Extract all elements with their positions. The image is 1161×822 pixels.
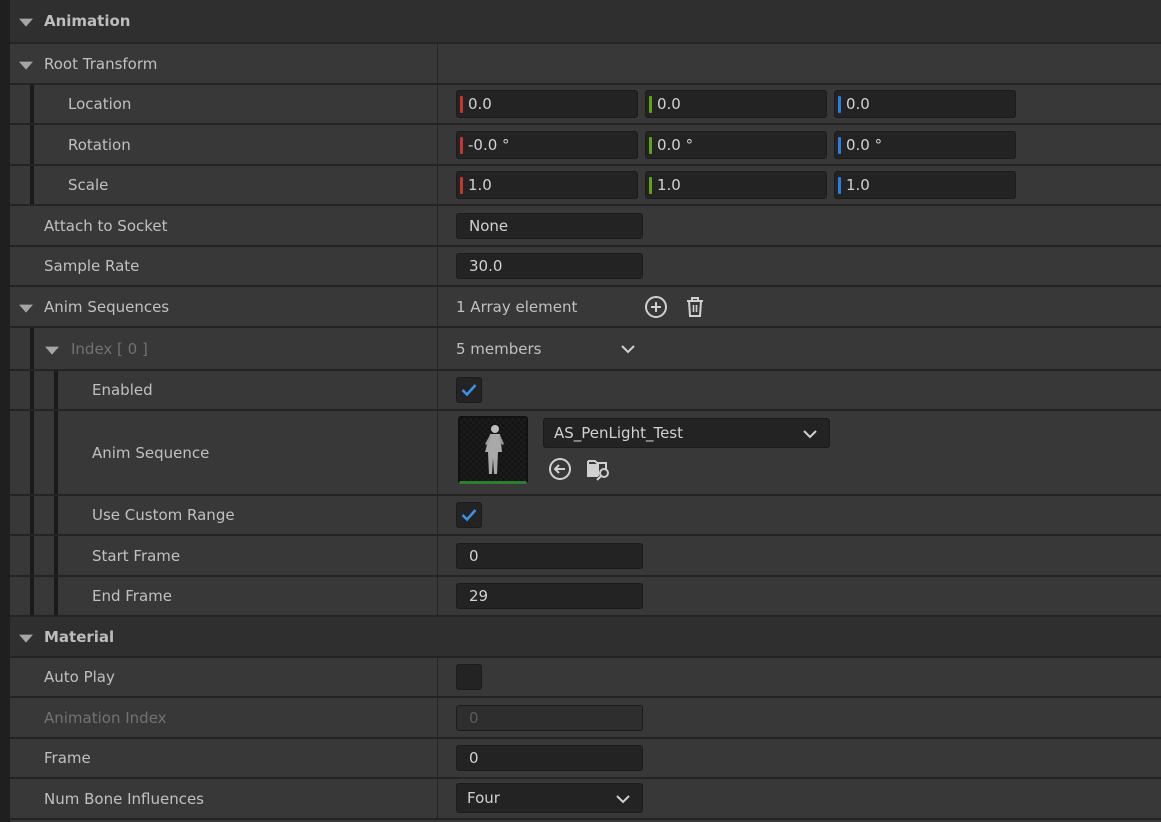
property-enabled: Enabled <box>10 371 1161 411</box>
property-frame: Frame 0 <box>10 739 1161 779</box>
category-label: Animation <box>44 12 131 30</box>
property-start-frame: Start Frame 0 <box>10 536 1161 577</box>
index-label: Index [ 0 ] <box>71 339 148 358</box>
property-scale: Scale 1.0 1.0 1.0 <box>10 166 1161 206</box>
location-x-input[interactable]: 0.0 <box>456 90 638 118</box>
property-label: Animation Index <box>44 708 167 727</box>
auto-play-checkbox[interactable] <box>456 664 482 690</box>
property-rotation: Rotation -0.0 ° 0.0 ° 0.0 ° <box>10 125 1161 166</box>
checkmark-icon <box>461 384 477 397</box>
socket-field[interactable]: None <box>456 212 643 239</box>
property-label: Num Bone Influences <box>44 789 204 808</box>
use-custom-range-checkbox[interactable] <box>456 502 482 528</box>
end-frame-input[interactable]: 29 <box>456 583 643 609</box>
scale-x-input[interactable]: 1.0 <box>456 171 638 199</box>
checkmark-icon <box>461 509 477 522</box>
browse-asset-icon[interactable] <box>586 456 612 482</box>
property-label: Enabled <box>92 381 153 399</box>
property-anim-sequence: Anim Sequence AS_PenLight_Test <box>10 411 1161 496</box>
expand-arrow-icon[interactable] <box>19 304 33 313</box>
chevron-down-icon[interactable] <box>615 336 641 362</box>
expand-arrow-icon[interactable] <box>19 18 33 27</box>
use-selected-asset-icon[interactable] <box>547 456 573 482</box>
category-material[interactable]: Material <box>10 617 1161 658</box>
add-element-icon[interactable] <box>643 294 669 320</box>
scale-z-input[interactable]: 1.0 <box>834 171 1016 199</box>
rotation-z-input[interactable]: 0.0 ° <box>834 130 1016 159</box>
property-use-custom-range: Use Custom Range <box>10 496 1161 536</box>
location-y-input[interactable]: 0.0 <box>645 90 827 118</box>
property-label: Root Transform <box>44 54 158 73</box>
num-bone-influences-combo[interactable]: Four <box>456 783 643 813</box>
trash-icon[interactable] <box>682 294 708 320</box>
chevron-down-icon <box>803 430 817 439</box>
sample-rate-input[interactable]: 30.0 <box>456 253 643 279</box>
property-root-transform[interactable]: Root Transform <box>10 44 1161 85</box>
chevron-down-icon <box>616 795 630 804</box>
property-label: Frame <box>44 749 91 767</box>
frame-input[interactable]: 0 <box>456 745 643 771</box>
property-label: Anim Sequence <box>92 443 210 462</box>
details-panel: Animation Root Transform Location 0.0 0.… <box>10 0 1161 822</box>
property-label: Scale <box>68 176 109 194</box>
property-end-frame: End Frame 29 <box>10 577 1161 617</box>
property-num-bone-influences: Num Bone Influences Four <box>10 779 1161 820</box>
property-label: Attach to Socket <box>44 216 168 235</box>
property-label: Use Custom Range <box>92 506 235 524</box>
property-label: Start Frame <box>92 546 181 565</box>
rotation-y-input[interactable]: 0.0 ° <box>645 130 827 159</box>
expand-arrow-icon[interactable] <box>19 61 33 70</box>
asset-thumbnail[interactable] <box>458 416 528 484</box>
category-label: Material <box>44 627 115 646</box>
location-z-input[interactable]: 0.0 <box>834 90 1016 118</box>
property-label: End Frame <box>92 587 173 605</box>
property-attach-to-socket: Attach to Socket None <box>10 206 1161 247</box>
property-label: Sample Rate <box>44 257 140 275</box>
members-text: 5 members <box>456 339 542 358</box>
array-index-0[interactable]: Index [ 0 ] 5 members <box>10 328 1161 371</box>
animation-index-input: 0 <box>456 704 643 731</box>
start-frame-input[interactable]: 0 <box>456 542 643 569</box>
property-animation-index: Animation Index 0 <box>10 698 1161 739</box>
property-anim-sequences[interactable]: Anim Sequences 1 Array element <box>10 287 1161 328</box>
anim-sequence-combo[interactable]: AS_PenLight_Test <box>543 418 830 448</box>
rotation-x-input[interactable]: -0.0 ° <box>456 130 638 159</box>
property-label: Rotation <box>68 135 131 154</box>
property-sample-rate: Sample Rate 30.0 <box>10 247 1161 287</box>
enabled-checkbox[interactable] <box>456 377 482 403</box>
property-label: Auto Play <box>44 668 115 686</box>
array-count-text: 1 Array element <box>456 297 578 316</box>
expand-arrow-icon[interactable] <box>19 634 33 643</box>
scale-y-input[interactable]: 1.0 <box>645 171 827 199</box>
category-animation[interactable]: Animation <box>10 0 1161 44</box>
property-label: Anim Sequences <box>44 297 170 316</box>
expand-arrow-icon[interactable] <box>45 346 59 355</box>
property-label: Location <box>68 95 132 113</box>
property-auto-play: Auto Play <box>10 658 1161 698</box>
property-location: Location 0.0 0.0 0.0 <box>10 85 1161 125</box>
